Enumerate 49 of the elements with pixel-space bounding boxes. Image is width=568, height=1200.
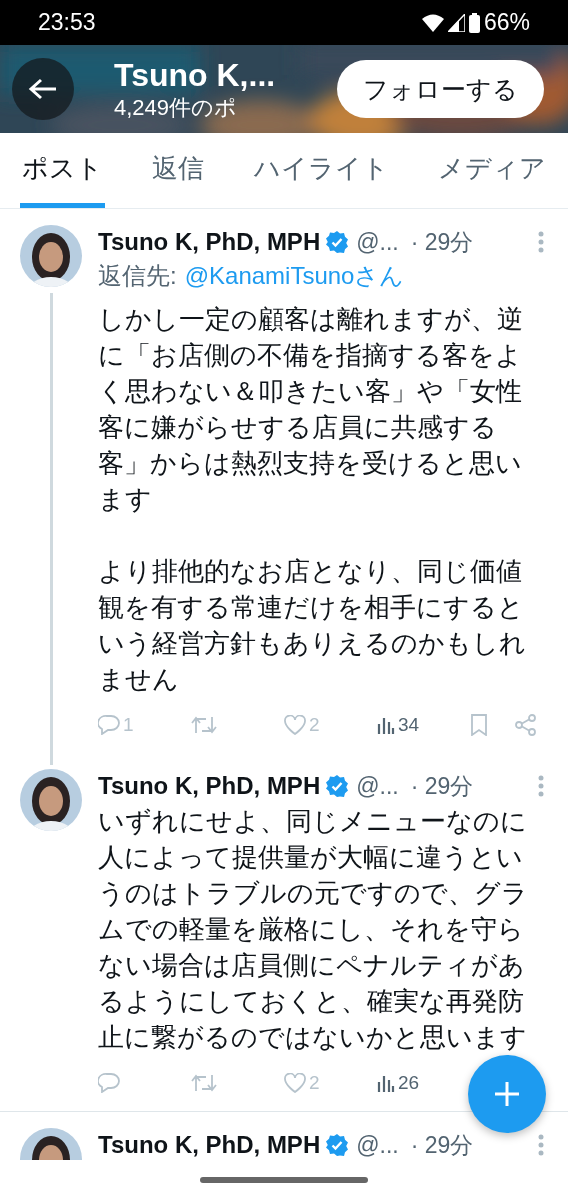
battery-level: 66%	[483, 9, 530, 36]
repost-icon	[191, 715, 217, 735]
author-name[interactable]: Tsuno K, PhD, MPH	[98, 1131, 321, 1159]
bar-chart-icon	[377, 716, 395, 734]
post-count: 4,249件のポ	[114, 94, 239, 122]
home-indicator[interactable]	[200, 1177, 368, 1183]
wifi-icon	[421, 13, 444, 32]
author-name[interactable]: Tsuno K, PhD, MPH	[98, 772, 321, 800]
reply-icon	[98, 715, 120, 735]
compose-button[interactable]	[468, 1055, 546, 1133]
reply-icon	[98, 1073, 120, 1093]
heart-icon	[284, 715, 306, 735]
views-button[interactable]: 34	[377, 714, 420, 736]
heart-icon	[284, 1073, 306, 1093]
repost-button[interactable]	[191, 715, 217, 735]
share-icon	[515, 714, 537, 736]
views-button[interactable]: 26	[377, 1072, 420, 1094]
reply-to-label: 返信先:	[98, 261, 177, 291]
status-time: 23:53	[38, 9, 96, 36]
author-handle: @...	[356, 772, 399, 800]
repost-icon	[191, 1073, 217, 1093]
post-text: いずれにせよ、同じメニューなのに人によって提供量が大幅に違うというのはトラブルの元ですので、グラムでの軽量を厳格にし、それを守らない場合は店員側にペナルティがあるようにしておくと、確実な再発防止に繋がるのではないかと思います	[98, 805, 529, 1054]
repost-button[interactable]	[191, 1073, 217, 1093]
author-name[interactable]: Tsuno K, PhD, MPH	[98, 228, 321, 256]
tab[interactable]: ポスト	[20, 133, 105, 208]
tab[interactable]: ハイライト	[251, 133, 391, 208]
author-handle: @...	[356, 228, 399, 256]
post-time: · 29分	[410, 771, 474, 801]
more-options-icon[interactable]	[538, 775, 544, 797]
post-text: しかし一定の顧客は離れますが、逆に「お店側の不備を指摘する客をよく思わない＆叩きたい客」や「女性客に嫌がらせする店員に共感する客」からは熱烈支持を受けると思います	[98, 303, 524, 516]
author-handle: @...	[356, 1131, 399, 1159]
share-button[interactable]	[515, 714, 537, 736]
signal-icon	[447, 13, 465, 32]
post-text: より排他的なお店となり、同じ価値観を有する常連だけを相手にするという経営方針もありえるのかもしれません	[98, 555, 527, 696]
post-time: · 29分	[410, 1130, 474, 1160]
plus-icon	[493, 1080, 521, 1108]
battery-icon	[468, 12, 480, 33]
back-arrow-icon	[28, 77, 58, 101]
tab[interactable]: 返信	[150, 133, 207, 208]
bar-chart-icon	[377, 1074, 395, 1092]
follow-button[interactable]: フォローする	[337, 60, 544, 118]
bookmark-button[interactable]	[470, 714, 488, 736]
tab[interactable]: メディア	[436, 133, 548, 208]
profile-name: Tsuno K,...	[114, 56, 277, 94]
post-time: · 29分	[410, 227, 474, 257]
more-options-icon[interactable]	[538, 231, 544, 253]
bookmark-icon	[470, 714, 488, 736]
more-options-icon[interactable]	[538, 1134, 544, 1156]
reply-button[interactable]	[98, 1073, 120, 1093]
